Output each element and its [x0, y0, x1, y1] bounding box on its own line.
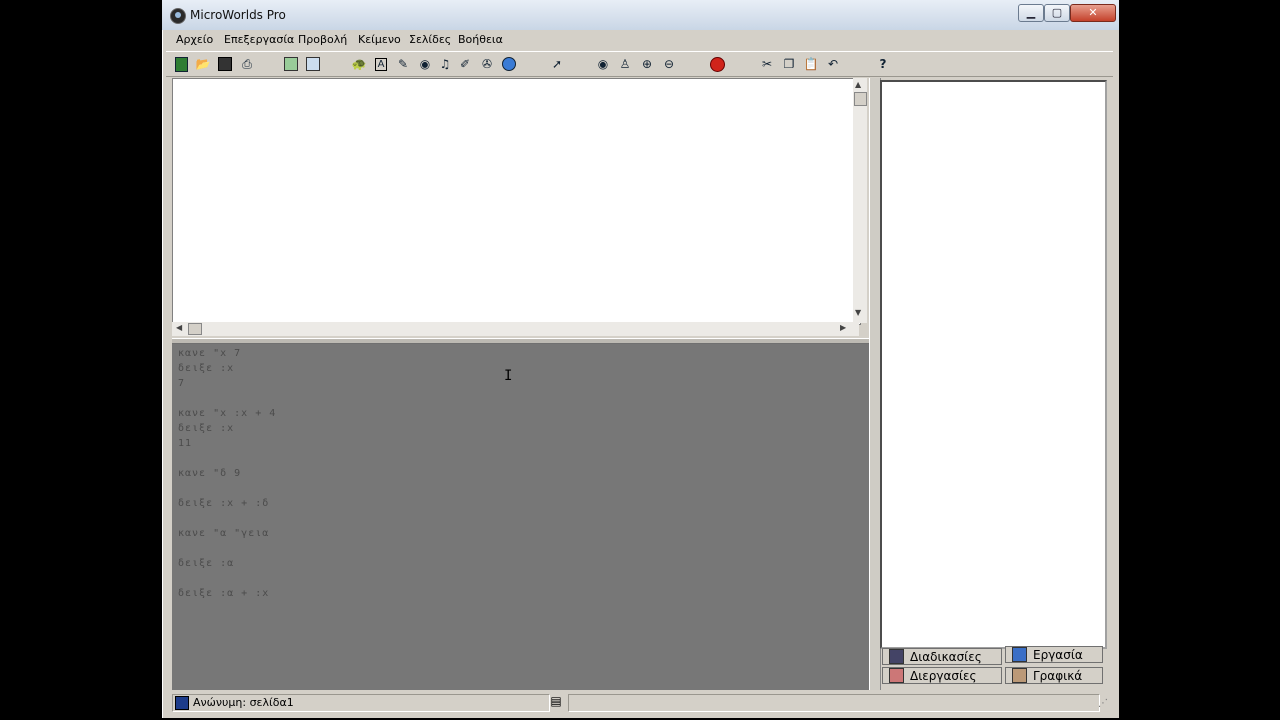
zoom-in-icon[interactable]: ⊕ — [638, 56, 656, 72]
tab-project-label: Εργασία — [1033, 647, 1083, 662]
command-line: κανε "δ 9 — [178, 468, 242, 479]
cut-icon[interactable]: ✂ — [758, 56, 776, 72]
toolbar: 📂 ⎙ 🐢 A ✎ ◉ ♫ ✐ ✇ ➚ ◉ ♙ ⊕ ⊖ ✂ ❐ 📋 ↶ ? — [166, 51, 1113, 77]
command-line: κανε "x 7 — [178, 348, 242, 359]
project-tab-icon — [1012, 647, 1027, 662]
menu-help[interactable]: Βοήθεια — [458, 33, 503, 46]
vertical-scroll-thumb[interactable] — [854, 92, 867, 106]
command-center[interactable]: κανε "x 7 δειξε :x 7 κανε "x :x + 4 δειξ… — [172, 344, 869, 690]
eye-icon[interactable]: ◉ — [594, 56, 612, 72]
resize-grip-icon[interactable]: ⋰ — [1098, 698, 1108, 709]
menu-file[interactable]: Αρχείο — [176, 33, 213, 46]
workspace-vertical-scrollbar[interactable]: ▲ ▼ — [853, 78, 867, 323]
new-file-icon[interactable] — [172, 56, 190, 72]
title-bar[interactable]: MicroWorlds Pro ▁ ▢ ✕ — [162, 0, 1119, 30]
menu-edit[interactable]: Επεξεργασία — [224, 33, 294, 46]
horizontal-scroll-thumb[interactable] — [188, 323, 202, 335]
status-bar: Ανώνυμη: σελίδα1 ▤ ⋰ — [166, 692, 1113, 712]
pointer-icon[interactable]: ➚ — [548, 56, 566, 72]
window-title: MicroWorlds Pro — [190, 8, 286, 22]
menu-bar: Αρχείο Επεξεργασία Προβολή Κείμενο Σελίδ… — [166, 31, 1113, 49]
status-page-label: Ανώνυμη: σελίδα1 — [193, 696, 294, 709]
undo-icon[interactable]: ↶ — [824, 56, 842, 72]
close-button[interactable]: ✕ — [1070, 4, 1116, 22]
command-output: 11 — [178, 438, 193, 449]
tab-procedures[interactable]: Διαδικασίες — [882, 648, 1002, 665]
paint-icon[interactable]: ✎ — [394, 56, 412, 72]
stop-icon[interactable] — [708, 56, 726, 72]
copy-icon[interactable]: ❐ — [780, 56, 798, 72]
scroll-left-arrow-icon[interactable]: ◀ — [176, 323, 182, 332]
text-cursor-icon: I — [504, 368, 513, 384]
command-line: κανε "x :x + 4 — [178, 408, 277, 419]
brush-icon[interactable]: ✐ — [456, 56, 474, 72]
video-icon[interactable]: ✇ — [478, 56, 496, 72]
scroll-right-arrow-icon[interactable]: ▶ — [840, 323, 846, 332]
help-icon[interactable]: ? — [874, 56, 892, 72]
menu-pages[interactable]: Σελίδες — [409, 33, 451, 46]
command-line: δειξε :x — [178, 363, 235, 374]
tab-project[interactable]: Εργασία — [1005, 646, 1103, 663]
maximize-button[interactable]: ▢ — [1044, 4, 1070, 22]
app-icon[interactable] — [170, 8, 186, 24]
project-icon[interactable] — [304, 56, 322, 72]
status-page-field: Ανώνυμη: σελίδα1 — [172, 694, 550, 712]
tab-procedures-label: Διαδικασίες — [910, 649, 982, 664]
music-icon[interactable]: ♫ — [436, 56, 454, 72]
page-status-icon — [175, 696, 189, 710]
application-window: MicroWorlds Pro ▁ ▢ ✕ Αρχείο Επεξεργασία… — [162, 0, 1119, 718]
command-output: 7 — [178, 378, 186, 389]
graphics-icon — [1012, 668, 1027, 683]
open-folder-icon[interactable]: 📂 — [194, 56, 212, 72]
turtle-icon[interactable]: 🐢 — [350, 56, 368, 72]
paste-icon[interactable]: 📋 — [802, 56, 820, 72]
eye-icon[interactable]: ◉ — [416, 56, 434, 72]
tab-graphics-label: Γραφικά — [1033, 668, 1083, 683]
stamp-icon[interactable]: ♙ — [616, 56, 634, 72]
command-line: κανε "α "γεια — [178, 528, 270, 539]
menu-view[interactable]: Προβολή — [298, 33, 347, 46]
save-icon[interactable] — [216, 56, 234, 72]
page-icon[interactable] — [282, 56, 300, 72]
tab-graphics[interactable]: Γραφικά — [1005, 667, 1103, 684]
print-icon[interactable]: ⎙ — [238, 56, 256, 72]
procedures-icon — [889, 649, 904, 664]
scroll-down-arrow-icon[interactable]: ▼ — [855, 308, 861, 317]
tab-processes-label: Διεργασίες — [910, 668, 977, 683]
workspace-horizontal-scrollbar[interactable]: ◀ ▶ — [172, 322, 859, 336]
document-icon[interactable]: ▤ — [548, 694, 564, 710]
page-workspace[interactable] — [172, 78, 861, 325]
zoom-out-icon[interactable]: ⊖ — [660, 56, 678, 72]
globe-icon[interactable] — [500, 56, 518, 72]
command-line: δειξε :x + :δ — [178, 498, 270, 509]
minimize-button[interactable]: ▁ — [1018, 4, 1044, 22]
side-panel-content[interactable] — [880, 80, 1107, 649]
status-info-field — [568, 694, 1100, 712]
processes-icon — [889, 668, 904, 683]
menu-text[interactable]: Κείμενο — [358, 33, 401, 46]
text-box-icon[interactable]: A — [372, 56, 390, 72]
command-line: δειξε :α — [178, 558, 235, 569]
command-line: δειξε :α + :x — [178, 588, 270, 599]
scroll-up-arrow-icon[interactable]: ▲ — [855, 80, 861, 89]
tab-processes[interactable]: Διεργασίες — [882, 667, 1002, 684]
command-line: δειξε :x — [178, 423, 235, 434]
